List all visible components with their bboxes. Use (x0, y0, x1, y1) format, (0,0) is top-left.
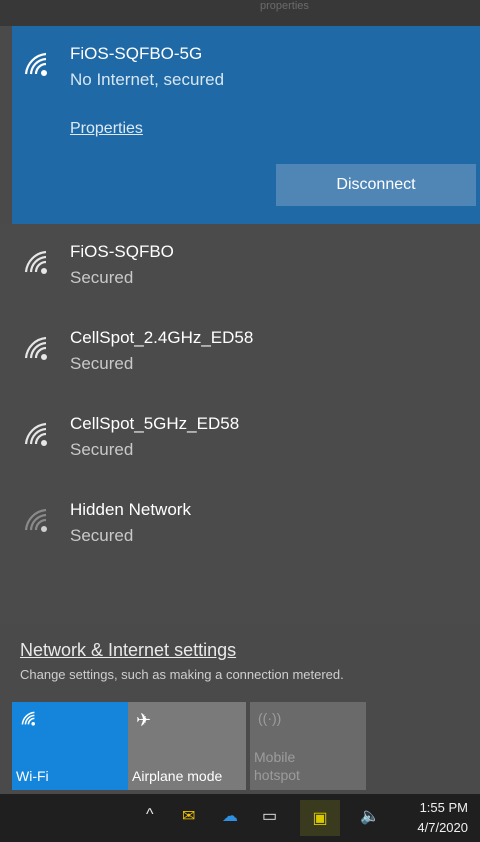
network-item[interactable]: CellSpot_5GHz_ED58 Secured (12, 400, 480, 486)
hotspot-icon: ((·)) (258, 710, 282, 726)
hotspot-label-line1: Mobile (254, 749, 296, 765)
clock-time[interactable]: 1:55 PM (420, 800, 468, 815)
network-status: Secured (70, 440, 134, 459)
airplane-icon: ✈ (136, 710, 152, 730)
network-item[interactable]: FiOS-SQFBO Secured (12, 224, 480, 310)
top-strip-text: properties (260, 0, 309, 12)
properties-link[interactable]: Properties (70, 120, 143, 138)
hotspot-tile-label: Mobile hotspot (254, 748, 300, 784)
network-ssid: Hidden Network (70, 500, 191, 519)
wifi-toggle-tile[interactable]: Wi-Fi (12, 702, 128, 790)
wifi-secured-icon (22, 420, 52, 450)
airplane-tile-label: Airplane mode (132, 768, 223, 784)
connected-status: No Internet, secured (70, 70, 225, 89)
flyout-top-strip: properties (0, 0, 480, 26)
battery-icon[interactable]: ▭ (262, 806, 277, 826)
network-item[interactable]: CellSpot_2.4GHz_ED58 Secured (12, 312, 480, 398)
network-item[interactable]: Hidden Network Secured (12, 488, 480, 574)
network-ssid: CellSpot_2.4GHz_ED58 (70, 328, 254, 347)
hotspot-label-line2: hotspot (254, 767, 300, 783)
clock-date[interactable]: 4/7/2020 (417, 820, 468, 835)
mail-icon[interactable]: ✉ (182, 806, 195, 826)
connected-ssid: FiOS-SQFBO-5G (70, 44, 203, 63)
connected-network-card[interactable]: FiOS-SQFBO-5G No Internet, secured Prope… (12, 26, 480, 224)
mobile-hotspot-tile[interactable]: ((·)) Mobile hotspot (250, 702, 366, 790)
network-list: FiOS-SQFBO Secured CellSpot_2.4GHz_ED58 … (0, 224, 480, 624)
wifi-icon (20, 710, 38, 733)
network-settings-link[interactable]: Network & Internet settings (20, 640, 236, 661)
network-ssid: FiOS-SQFBO (70, 242, 174, 261)
show-hidden-icons-chevron-icon[interactable]: ^ (146, 806, 154, 824)
wifi-secured-icon (22, 50, 52, 80)
network-status: Secured (70, 526, 134, 545)
disconnect-button[interactable]: Disconnect (276, 164, 476, 206)
network-settings-description: Change settings, such as making a connec… (20, 667, 344, 682)
airplane-mode-tile[interactable]: ✈ Airplane mode (128, 702, 246, 790)
network-ssid: CellSpot_5GHz_ED58 (70, 414, 240, 433)
wifi-secured-icon (22, 334, 52, 364)
onedrive-cloud-icon[interactable]: ☁ (222, 806, 238, 826)
taskbar: ^ ✉ ☁ ▭ ▣ 🔈 1:55 PM 4/7/2020 (0, 794, 480, 842)
network-status: Secured (70, 354, 134, 373)
volume-icon[interactable]: 🔈 (360, 806, 380, 826)
wifi-hidden-icon (22, 506, 52, 536)
network-status: Secured (70, 268, 134, 287)
wifi-tile-label: Wi-Fi (16, 768, 49, 784)
network-taskbar-icon[interactable]: ▣ (300, 800, 340, 836)
wifi-secured-icon (22, 248, 52, 278)
